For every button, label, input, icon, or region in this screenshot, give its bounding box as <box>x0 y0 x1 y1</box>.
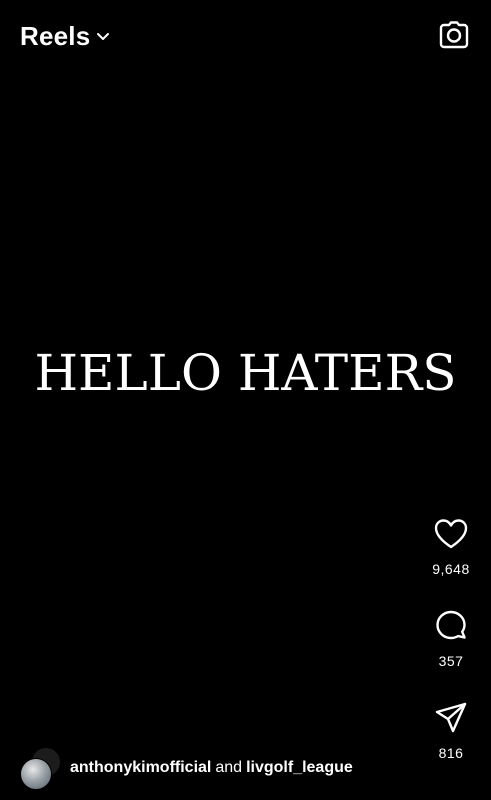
share-action: 816 <box>411 700 491 762</box>
credit-conjunction: and <box>215 759 243 776</box>
send-icon[interactable] <box>433 700 469 736</box>
comment-icon[interactable] <box>433 608 469 644</box>
share-count: 816 <box>438 745 464 761</box>
comment-count: 357 <box>438 653 464 669</box>
credit-line: anthonykimofficial and livgolf_league <box>70 758 353 778</box>
reel-video[interactable] <box>0 72 491 800</box>
page-title: Reels <box>20 21 91 51</box>
username-link[interactable]: livgolf_league <box>246 759 353 776</box>
reels-title-dropdown[interactable]: Reels <box>20 20 110 52</box>
top-bar: Reels <box>0 0 491 72</box>
comment-action: 357 <box>411 608 491 670</box>
like-action: 9,648 <box>411 516 491 578</box>
chevron-down-icon <box>97 33 110 40</box>
reel-credits: anthonykimofficial and livgolf_league <box>20 746 353 790</box>
avatar-stack[interactable] <box>20 746 62 790</box>
video-overlay-text: HELLO HATERS <box>34 344 457 402</box>
avatar <box>20 758 52 790</box>
like-count: 9,648 <box>432 561 470 577</box>
heart-icon[interactable] <box>433 516 469 552</box>
username-link[interactable]: anthonykimofficial <box>70 759 211 776</box>
camera-icon[interactable] <box>438 19 470 51</box>
